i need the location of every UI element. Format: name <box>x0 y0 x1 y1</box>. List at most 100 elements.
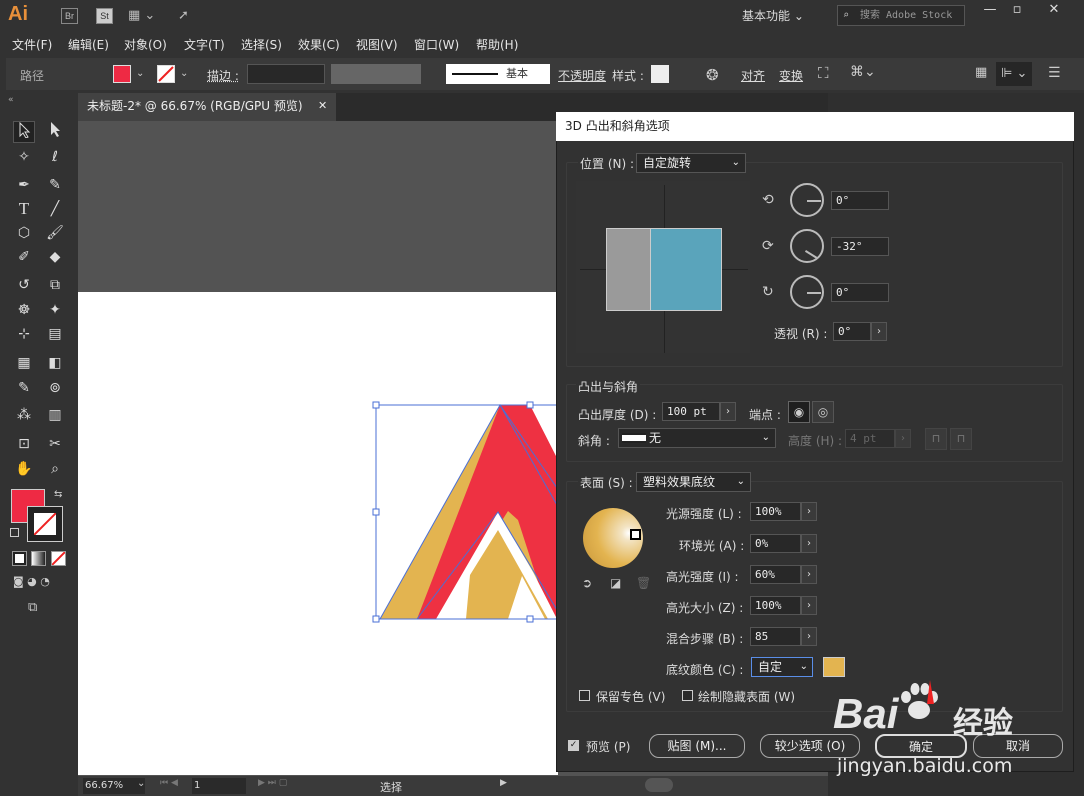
stock-button[interactable]: St <box>96 8 113 24</box>
surface-select[interactable]: 塑料效果底纹 ⌄ <box>636 472 751 492</box>
scale-tool-icon[interactable]: ⧉ <box>44 274 66 296</box>
status-arrow-icon[interactable]: ▶ <box>500 778 507 788</box>
mesh-tool-icon[interactable]: ▦ <box>13 352 35 374</box>
x-rotation-input[interactable]: 0° <box>831 191 889 210</box>
y-rotation-input[interactable]: -32° <box>831 237 889 256</box>
position-select[interactable]: 自定旋转 ⌄ <box>636 153 746 173</box>
pen-tool-icon[interactable]: ✒ <box>13 174 35 196</box>
horizontal-scrollbar[interactable] <box>645 778 673 792</box>
draw-mode-icon[interactable]: ◙ ◕ ◔ <box>13 575 50 588</box>
panel-toggle-icon[interactable]: ⊫ ⌄ <box>996 62 1032 86</box>
new-light-icon[interactable]: ◪ <box>610 576 621 590</box>
lasso-icon[interactable]: ℓ <box>44 146 66 168</box>
shaper-tool-icon[interactable]: ✐ <box>13 246 35 268</box>
chevron-down-icon[interactable]: ⌄ <box>137 778 145 789</box>
handle[interactable] <box>526 615 534 623</box>
menu-effect[interactable]: 效果(C) <box>298 36 340 53</box>
color-mode-icon[interactable] <box>12 551 27 566</box>
transform-link[interactable]: 变换 <box>779 67 803 84</box>
line-tool-icon[interactable]: ╱ <box>44 198 66 220</box>
screen-mode-icon[interactable]: ⧉ <box>28 600 37 615</box>
default-colors-icon[interactable] <box>10 528 19 537</box>
page-field[interactable]: 1 <box>192 778 246 794</box>
perspective-grid-icon[interactable]: ▤ <box>44 323 66 345</box>
selection-tool-icon[interactable] <box>13 121 35 143</box>
workspace-switcher[interactable]: 基本功能 ⌄ <box>742 6 822 26</box>
ambient-light-slider-button[interactable]: › <box>801 534 817 553</box>
menu-select[interactable]: 选择(S) <box>241 36 282 53</box>
next-page-icon[interactable]: ▶ ⏭ ▢ <box>258 778 287 788</box>
eyedropper-icon[interactable]: ✎ <box>13 377 35 399</box>
shade-color-swatch[interactable] <box>823 657 845 677</box>
blend-steps-input[interactable]: 85 <box>750 627 801 646</box>
zoom-field[interactable]: 66.67% <box>83 778 145 794</box>
puppet-warp-icon[interactable]: ✦ <box>44 299 66 321</box>
artboard-tool-icon[interactable]: ⊡ <box>13 433 35 455</box>
menu-object[interactable]: 对象(O) <box>124 36 167 53</box>
handle[interactable] <box>372 401 380 409</box>
rotate-tool-icon[interactable]: ↺ <box>13 274 35 296</box>
menu-file[interactable]: 文件(F) <box>12 36 52 53</box>
polygon-tool-icon[interactable]: ⬡ <box>13 222 35 244</box>
chevron-down-icon[interactable]: ⌄ <box>180 68 188 79</box>
type-tool-icon[interactable]: T <box>13 198 35 220</box>
menu-window[interactable]: 窗口(W) <box>414 36 459 53</box>
bridge-button[interactable]: Br <box>61 8 78 24</box>
handle[interactable] <box>526 401 534 409</box>
extrude-depth-input[interactable]: 100 pt <box>662 402 720 421</box>
y-rotation-dial[interactable] <box>790 229 824 263</box>
menu-type[interactable]: 文字(T) <box>184 36 225 53</box>
highlight-intensity-slider-button[interactable]: › <box>801 565 817 584</box>
blend-steps-slider-button[interactable]: › <box>801 627 817 646</box>
warp-tool-icon[interactable]: ☸ <box>13 299 35 321</box>
highlight-intensity-input[interactable]: 60% <box>750 565 801 584</box>
perspective-input[interactable]: 0° <box>833 322 871 341</box>
close-tab-icon[interactable]: ✕ <box>318 93 327 119</box>
stock-search-input[interactable]: ⌕ 搜索 Adobe Stock <box>837 5 965 26</box>
isolate-icon[interactable]: ⛶ <box>818 64 829 82</box>
preview-checkbox[interactable]: ✓ <box>568 740 579 751</box>
stroke-label[interactable]: 描边 : <box>207 67 239 84</box>
collapse-icon[interactable]: « <box>8 95 14 105</box>
menu-edit[interactable]: 编辑(E) <box>68 36 109 53</box>
none-mode-icon[interactable] <box>51 551 66 566</box>
handle[interactable] <box>372 508 380 516</box>
zoom-tool-icon[interactable]: ⌕ <box>44 458 66 480</box>
magic-wand-icon[interactable]: ✧ <box>13 146 35 168</box>
light-source-handle[interactable] <box>630 529 641 540</box>
variable-width-profile[interactable] <box>331 64 421 84</box>
move-light-back-icon[interactable]: ➲ <box>582 576 592 590</box>
recolor-icon[interactable]: ❂ <box>706 66 719 84</box>
direct-selection-tool-icon[interactable] <box>44 121 66 143</box>
z-rotation-input[interactable]: 0° <box>831 283 889 302</box>
bevel-extent-in-icon[interactable]: ⊓ <box>950 428 972 450</box>
cap-on-icon[interactable]: ◉ <box>788 401 810 423</box>
bevel-extent-out-icon[interactable]: ⊓ <box>925 428 947 450</box>
ambient-light-input[interactable]: 0% <box>750 534 801 553</box>
extrude-depth-slider-button[interactable]: › <box>720 402 736 421</box>
preserve-spot-checkbox[interactable] <box>579 690 590 701</box>
symbol-sprayer-icon[interactable]: ⁂ <box>13 404 35 426</box>
envelope-icon[interactable]: ⌘⌄ <box>850 64 876 80</box>
draw-hidden-checkbox[interactable] <box>682 690 693 701</box>
x-rotation-dial[interactable] <box>790 183 824 217</box>
handle[interactable] <box>372 615 380 623</box>
light-intensity-input[interactable]: 100% <box>750 502 801 521</box>
z-rotation-dial[interactable] <box>790 275 824 309</box>
menu-help[interactable]: 帮助(H) <box>476 36 518 53</box>
document-tab[interactable]: 未标题-2* @ 66.67% (RGB/GPU 预览) ✕ <box>78 93 336 121</box>
highlight-size-slider-button[interactable]: › <box>801 596 817 615</box>
first-page-icon[interactable]: ⏮ ◀ <box>160 778 178 788</box>
minimize-button[interactable]: — <box>976 2 1004 20</box>
delete-light-icon[interactable]: 🗑 <box>636 576 651 590</box>
brush-definition[interactable]: 基本 <box>446 64 550 84</box>
cap-off-icon[interactable]: ◎ <box>812 401 834 423</box>
perspective-slider-button[interactable]: › <box>871 322 887 341</box>
menu-lines-icon[interactable]: ☰ <box>1048 65 1061 81</box>
menu-view[interactable]: 视图(V) <box>356 36 398 53</box>
paintbrush-icon[interactable]: 🖌 <box>44 222 66 244</box>
height-slider-button[interactable]: › <box>895 429 911 448</box>
highlight-size-input[interactable]: 100% <box>750 596 801 615</box>
gradient-mode-icon[interactable] <box>31 551 46 566</box>
grid-icon[interactable]: ▦ <box>975 65 987 80</box>
